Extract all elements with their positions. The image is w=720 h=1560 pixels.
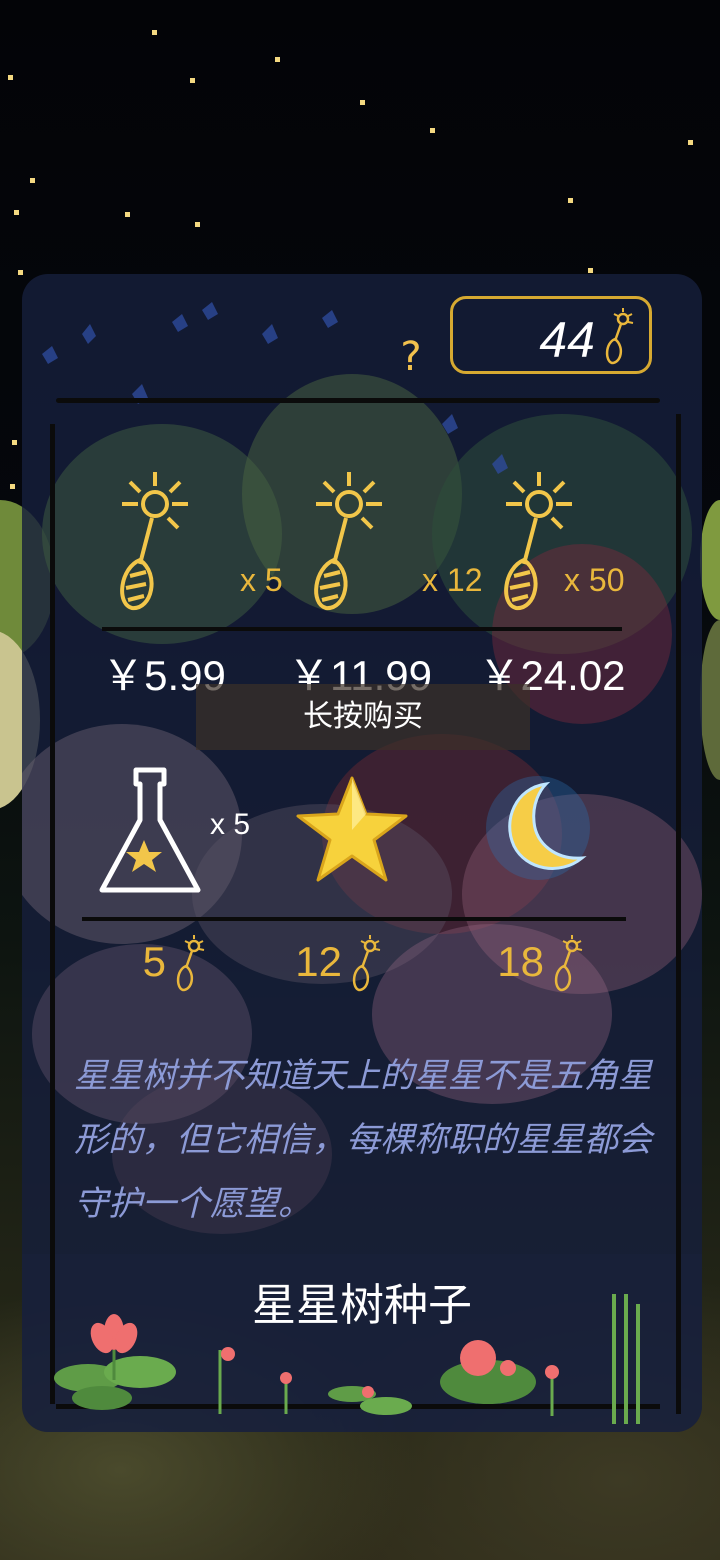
cost-value: 12 <box>295 938 342 985</box>
moon-icon <box>486 776 590 880</box>
seed-pack-large[interactable]: x 50 <box>484 464 684 614</box>
star-seed-icon <box>554 935 583 992</box>
star-seed-icon <box>120 472 188 610</box>
sky-star <box>275 57 280 62</box>
sky-star <box>195 222 200 227</box>
star-bottle-icon <box>99 767 201 893</box>
sky-star <box>430 128 435 133</box>
frame-left <box>50 424 55 1404</box>
sky-star <box>12 440 17 445</box>
frame-top <box>56 398 660 403</box>
sky-star <box>190 78 195 83</box>
currency-amount: 44 <box>539 312 595 368</box>
divider-costs <box>82 917 626 921</box>
pack-quantity: x 5 <box>240 562 283 598</box>
sky-star <box>688 140 693 145</box>
item-moon[interactable] <box>482 768 682 908</box>
item-cost: 12 <box>250 934 390 994</box>
cost-value: 18 <box>497 938 544 985</box>
sky-star <box>588 268 593 273</box>
item-cost: 5 <box>74 934 214 994</box>
sky-star <box>568 198 573 203</box>
pack-quantity: x 12 <box>422 562 483 598</box>
divider-prices <box>102 627 622 631</box>
star-seed-icon <box>314 472 382 610</box>
star-seed-icon <box>176 935 205 992</box>
item-star[interactable] <box>292 774 492 914</box>
sky-star <box>14 210 19 215</box>
pack-quantity: x 50 <box>564 562 625 598</box>
star-seed-icon <box>605 308 634 365</box>
flowers-decoration <box>54 1294 640 1424</box>
sky-star <box>152 30 157 35</box>
star-seed-icon <box>352 935 381 992</box>
help-button[interactable]: ? <box>396 332 426 382</box>
currency-display: 44 <box>450 296 652 374</box>
star-icon <box>296 776 408 882</box>
item-quantity: x 5 <box>210 808 251 841</box>
item-description: 星星树并不知道天上的星星不是五角星形的，但它相信，每棵称职的星星都会守护一个愿望… <box>74 1056 652 1224</box>
sky-star <box>10 484 15 489</box>
sky-star <box>8 75 13 80</box>
seed-pack-medium[interactable]: x 12 <box>294 464 494 614</box>
item-star-bottle[interactable]: x 5 <box>86 764 286 904</box>
sky-star <box>125 212 130 217</box>
shop-panel: ? 44 x 5 x 12 x 50 ￥5.99 ￥11.99 ￥24.02 长… <box>22 274 702 1432</box>
long-press-hint: 长按购买 <box>196 684 530 750</box>
seed-pack-small[interactable]: x 5 <box>100 464 300 614</box>
sky-star <box>360 100 365 105</box>
item-cost: 18 <box>452 934 592 994</box>
cost-value: 5 <box>142 938 166 985</box>
sky-star <box>30 178 35 183</box>
